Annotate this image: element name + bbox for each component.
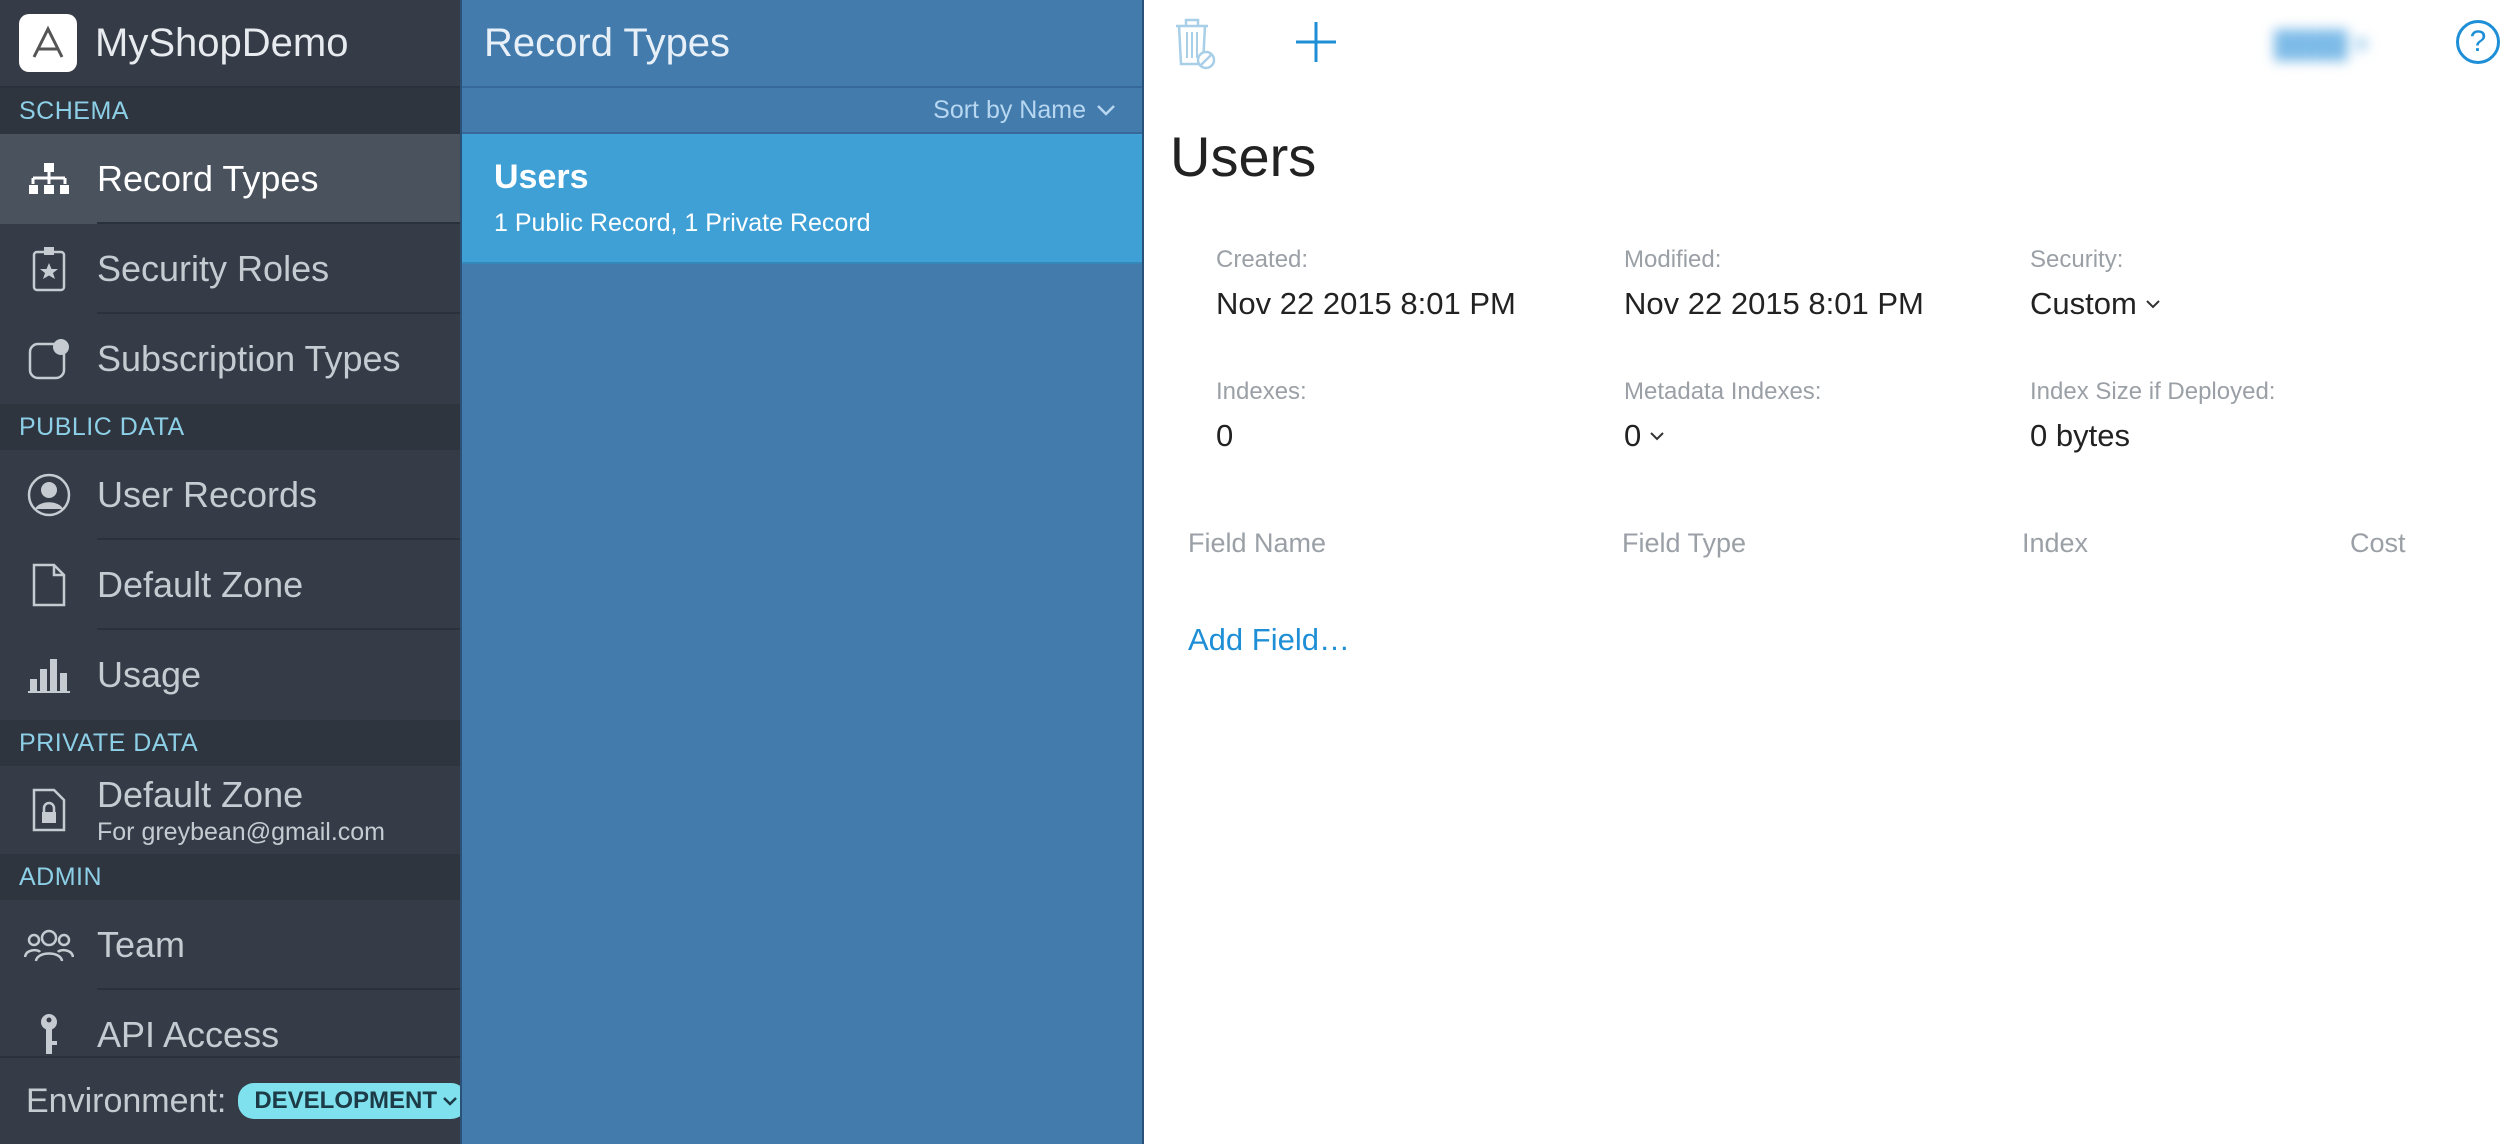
sort-label: Sort by Name: [933, 95, 1086, 124]
modified-label: Modified:: [1624, 246, 1722, 273]
column-header-field-name: Field Name: [1188, 528, 1327, 558]
sidebar-item-sublabel: For greybean@gmail.com: [97, 817, 385, 846]
section-public-data: PUBLIC DATA: [0, 404, 460, 450]
record-type-title: Users: [1170, 125, 1317, 188]
sidebar-item-default-zone-public[interactable]: Default Zone: [0, 540, 460, 630]
detail-pane: ████ ▾ ? Users Created: Nov 22 2015 8:01…: [1144, 0, 2514, 1144]
indexes-value: 0: [1216, 418, 1234, 453]
notification-icon: [0, 314, 97, 404]
panel-title: Record Types: [462, 0, 1142, 88]
index-size-label: Index Size if Deployed:: [2030, 378, 2276, 405]
document-icon: [0, 540, 97, 630]
delete-button[interactable]: [1172, 16, 1216, 70]
record-type-name: Users: [494, 158, 589, 196]
index-size-value: 0 bytes: [2030, 418, 2130, 453]
chevron-down-icon: [1097, 105, 1115, 116]
record-type-row[interactable]: Users 1 Public Record, 1 Private Record: [462, 134, 1142, 264]
section-schema: SCHEMA: [0, 88, 460, 134]
chevron-down-icon: [443, 1097, 457, 1106]
record-types-panel: Record Types Sort by Name Users 1 Public…: [460, 0, 1144, 1144]
sidebar-item-label: Default Zone: [97, 564, 304, 605]
metadata-indexes-value: 0: [1624, 418, 1642, 453]
environment-selector[interactable]: DEVELOPMENT: [238, 1083, 468, 1119]
sidebar-item-record-types[interactable]: Record Types: [0, 134, 460, 224]
security-value: Custom: [2030, 286, 2137, 321]
metadata-indexes-dropdown[interactable]: 0: [1624, 418, 1665, 454]
sidebar-item-default-zone-private[interactable]: Default Zone For greybean@gmail.com: [0, 766, 460, 854]
sidebar-item-team[interactable]: Team: [0, 900, 460, 990]
sidebar-item-subscription-types[interactable]: Subscription Types: [0, 314, 460, 404]
team-icon: [0, 900, 97, 990]
add-record-type-button[interactable]: [1292, 18, 1340, 66]
metadata-indexes-label: Metadata Indexes:: [1624, 378, 1822, 405]
column-header-index: Index: [2022, 528, 2089, 558]
sidebar-item-usage[interactable]: Usage: [0, 630, 460, 720]
sidebar-item-label: Subscription Types: [97, 338, 401, 379]
hierarchy-icon: [0, 134, 97, 224]
help-icon: ?: [2469, 25, 2487, 58]
plus-icon: [1296, 22, 1336, 62]
security-label: Security:: [2030, 246, 2124, 273]
record-type-counts: 1 Public Record, 1 Private Record: [494, 209, 871, 237]
app-title[interactable]: MyShopDemo: [95, 21, 348, 66]
chevron-down-icon: [1650, 432, 1664, 441]
section-admin: ADMIN: [0, 854, 460, 900]
created-label: Created:: [1216, 246, 1309, 273]
sidebar-item-label: Security Roles: [97, 248, 330, 289]
sidebar-item-label: Team: [97, 924, 186, 965]
created-value: Nov 22 2015 8:01 PM: [1216, 286, 1516, 321]
badge-star-icon: [0, 224, 97, 314]
bar-chart-icon: [0, 630, 97, 720]
blurred-account-menu[interactable]: ████ ▾: [2274, 22, 2434, 66]
chevron-down-icon: [2146, 300, 2160, 309]
sidebar-item-label: Record Types: [97, 158, 319, 199]
sidebar-item-label: Usage: [97, 654, 202, 695]
trash-icon: [1176, 18, 1216, 70]
modified-value: Nov 22 2015 8:01 PM: [1624, 286, 1924, 321]
indexes-label: Indexes:: [1216, 378, 1307, 405]
environment-label: Environment:: [26, 1081, 227, 1120]
app-header: MyShopDemo: [0, 0, 460, 88]
sidebar-item-user-records[interactable]: User Records: [0, 450, 460, 540]
sidebar: MyShopDemo SCHEMA Record Types Security …: [0, 0, 468, 1144]
environment-value: DEVELOPMENT: [254, 1087, 438, 1114]
user-circle-icon: [0, 450, 97, 540]
sidebar-item-security-roles[interactable]: Security Roles: [0, 224, 460, 314]
sidebar-item-label: Default Zone: [97, 773, 304, 815]
app-logo-icon: [19, 14, 77, 72]
sidebar-item-label: API Access: [97, 1014, 280, 1055]
column-header-field-type: Field Type: [1622, 528, 1747, 558]
environment-bar: Environment: DEVELOPMENT: [0, 1056, 468, 1144]
sidebar-item-label: User Records: [97, 474, 318, 515]
add-field-link[interactable]: Add Field…: [1188, 622, 1350, 658]
sort-dropdown[interactable]: Sort by Name: [462, 88, 1142, 134]
section-private-data: PRIVATE DATA: [0, 720, 460, 766]
column-header-cost: Cost: [2350, 528, 2406, 558]
security-dropdown[interactable]: Custom: [2030, 286, 2161, 322]
help-button[interactable]: ?: [2456, 20, 2500, 64]
lock-document-icon: [0, 765, 97, 855]
